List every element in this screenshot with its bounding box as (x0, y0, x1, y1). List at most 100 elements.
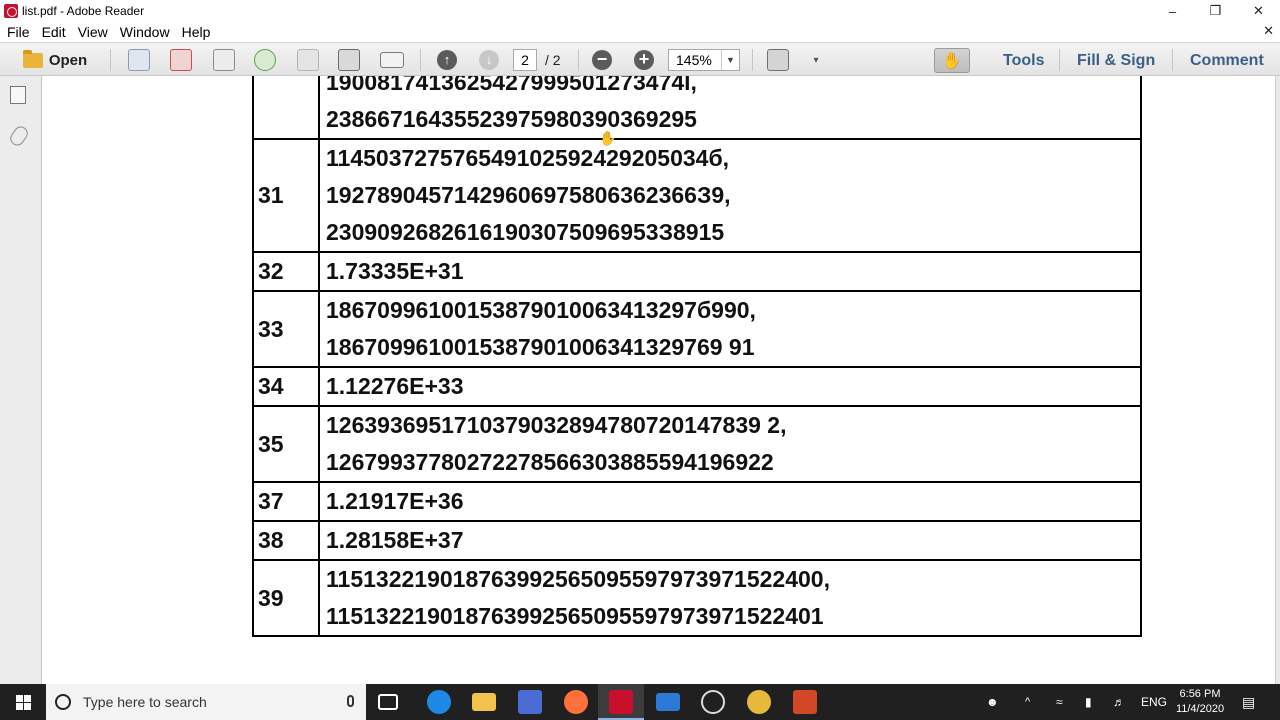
zoom-in-button[interactable]: + (633, 48, 655, 72)
hand-tool-button[interactable]: ✋ (934, 48, 970, 73)
upload-button[interactable] (253, 48, 277, 72)
file-explorer-icon[interactable] (472, 693, 496, 711)
envelope-icon (380, 52, 404, 68)
table-row: 31 114503727576549102592429205034б, 192789… (252, 138, 1142, 253)
language-indicator[interactable]: ENG (1141, 684, 1167, 720)
tools-pane-link[interactable]: Tools (1003, 52, 1044, 70)
zoom-select[interactable]: 145% ▼ (668, 49, 740, 71)
row-number: 35 (252, 405, 320, 483)
vertical-scrollbar[interactable] (1275, 76, 1280, 684)
page-thumbnails-icon[interactable] (10, 86, 26, 104)
value-line: 1.73335E+31 (326, 258, 464, 284)
plus-icon: + (634, 50, 654, 70)
network-icon[interactable]: ≈ (1056, 684, 1063, 720)
task-view-icon[interactable] (378, 694, 398, 710)
table-row: 32 1.73335E+31 (252, 251, 1142, 292)
printer-icon (338, 49, 360, 71)
volume-icon[interactable]: ♬ (1113, 684, 1125, 720)
fit-page-button[interactable] (766, 48, 790, 72)
print-button[interactable] (337, 48, 361, 72)
value-line: 12679937780272278566303885594196922 (326, 449, 774, 475)
value-line: 114503727576549102592429205034б, (326, 145, 730, 171)
number-list-table: 1900817413625427999501273474l, 238667164… (252, 76, 1142, 637)
value-line: 18670996100153879010063413297б990, (326, 297, 756, 323)
next-page-button[interactable]: ↓ (477, 48, 501, 72)
minimize-button[interactable]: – (1151, 0, 1194, 22)
navigation-panel (0, 76, 42, 684)
window-controls: – ❐ ✕ (1151, 0, 1280, 22)
row-values: 1263936951710379032894780720147839 2, 126… (318, 405, 1142, 483)
table-row: 35 1263936951710379032894780720147839 2, 1… (252, 405, 1142, 483)
value-line: 1900817413625427999501273474l, (326, 76, 697, 95)
document-view[interactable]: 1900817413625427999501273474l, 238667164… (43, 76, 1275, 684)
menu-view[interactable]: View (73, 24, 113, 40)
people-icon[interactable]: ☻ (986, 684, 999, 720)
taskbar-search[interactable]: Type here to search (46, 684, 366, 720)
start-button[interactable] (0, 684, 46, 720)
create-pdf-button[interactable] (127, 48, 151, 72)
row-values: 1.21917E+36 (318, 481, 1142, 522)
adobe-reader-icon (4, 4, 18, 18)
menu-edit[interactable]: Edit (37, 24, 71, 40)
email-button[interactable] (379, 48, 405, 72)
edit-pdf-button[interactable] (212, 48, 236, 72)
zoom-out-button[interactable]: − (591, 48, 613, 72)
close-button[interactable]: ✕ (1237, 0, 1280, 22)
obs-icon[interactable] (701, 690, 725, 714)
export-pdf-button[interactable] (169, 48, 193, 72)
comment-pane-link[interactable]: Comment (1190, 52, 1264, 70)
notifications-icon[interactable]: ▤ (1242, 684, 1255, 720)
toolbar-more-button[interactable]: ▾ (808, 48, 824, 72)
value-line: 19278904571429606975806362366З9, (326, 182, 731, 208)
row-values: 115132219018763992565095597973971522400,… (318, 559, 1142, 637)
arrow-up-icon: ↑ (437, 50, 457, 70)
row-values: 1.12276E+33 (318, 366, 1142, 407)
value-line: 1.28158E+37 (326, 527, 464, 553)
menu-bar: File Edit View Window Help ✕ (0, 22, 1280, 42)
row-number: 38 (252, 520, 320, 561)
close-document-icon[interactable]: ✕ (1263, 23, 1274, 39)
mail-icon[interactable] (656, 693, 680, 711)
fill-sign-pane-link[interactable]: Fill & Sign (1077, 52, 1155, 70)
row-values: 1.73335E+31 (318, 251, 1142, 292)
battery-icon[interactable]: ▮ (1085, 684, 1092, 720)
row-number: 31 (252, 138, 320, 253)
microphone-icon[interactable] (347, 695, 354, 707)
edge-icon[interactable] (427, 690, 451, 714)
title-bar: list.pdf - Adobe Reader – ❐ ✕ (0, 0, 1280, 22)
firefox-icon[interactable] (564, 690, 588, 714)
menu-window[interactable]: Window (115, 24, 175, 40)
save-button[interactable] (296, 48, 320, 72)
hand-icon: ✋ (942, 52, 962, 70)
toolbar-divider (1059, 49, 1060, 71)
clock[interactable]: 6:56 PM 11/4/2020 (1171, 687, 1229, 717)
folder-icon (22, 49, 43, 68)
menu-file[interactable]: File (2, 24, 35, 40)
powerpoint-icon[interactable] (793, 690, 817, 714)
chevron-down-icon: ▼ (721, 50, 739, 70)
app-icon[interactable] (747, 690, 771, 714)
taskbar: Type here to search ☻ ^ ≈ ▮ ♬ ENG 6:56 P… (0, 684, 1280, 720)
page-total: / 2 (545, 52, 561, 68)
adobe-reader-icon (609, 690, 633, 714)
pencil-icon (213, 49, 235, 71)
store-icon[interactable] (518, 690, 542, 714)
table-row: 34 1.12276E+33 (252, 366, 1142, 407)
show-hidden-icons-icon[interactable]: ^ (1025, 684, 1030, 720)
row-number: 32 (252, 251, 320, 292)
menu-help[interactable]: Help (177, 24, 216, 40)
page-number-input[interactable]: 2 (513, 49, 537, 71)
table-row: 1900817413625427999501273474l, 238667164… (252, 76, 1142, 140)
clock-date: 11/4/2020 (1175, 703, 1225, 715)
paperclip-icon[interactable] (7, 123, 31, 149)
value-line: 115132219018763992565095597973971522401 (326, 603, 824, 629)
previous-page-button[interactable]: ↑ (435, 48, 459, 72)
cortana-icon (55, 694, 71, 710)
zoom-value: 145% (676, 52, 712, 68)
value-line: 115132219018763992565095597973971522400, (326, 566, 830, 592)
open-button[interactable]: Open (10, 48, 100, 72)
restore-button[interactable]: ❐ (1194, 0, 1237, 22)
open-button-label: Open (48, 51, 88, 69)
value-line: 1263936951710379032894780720147839 2, (326, 412, 787, 438)
toolbar-divider (110, 49, 111, 71)
